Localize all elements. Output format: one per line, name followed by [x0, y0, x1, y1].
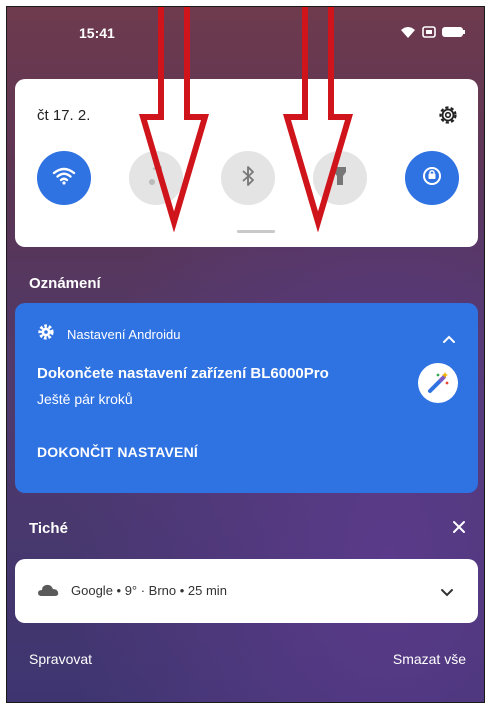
manage-button[interactable]: Spravovat: [29, 651, 92, 667]
date-label[interactable]: čt 17. 2.: [37, 107, 90, 124]
chevron-down-icon[interactable]: [440, 585, 454, 603]
notifications-header: Oznámení: [29, 275, 101, 292]
tile-auto-rotate[interactable]: [405, 151, 459, 205]
tile-bluetooth[interactable]: [221, 151, 275, 205]
notification-title: Dokončete nastavení zařízení BL6000Pro: [37, 365, 329, 382]
quick-settings-panel: čt 17. 2.: [15, 79, 478, 247]
close-icon[interactable]: [452, 520, 466, 539]
finish-setup-button[interactable]: DOKONČIT NASTAVENÍ: [37, 444, 198, 460]
gear-icon: [37, 323, 55, 346]
status-bar: 15:41: [7, 7, 484, 67]
silent-header: Tiché: [29, 520, 68, 537]
battery-icon: [442, 26, 466, 38]
notification-subtitle: Ještě pár kroků: [37, 391, 133, 407]
wifi-icon: [52, 166, 76, 191]
cloud-icon: [37, 583, 59, 602]
phone-screen: 15:41 čt 17. 2. Oznámení Nastavení Andro…: [6, 6, 485, 703]
annotation-arrow-down: [283, 7, 353, 232]
tile-wifi[interactable]: [37, 151, 91, 205]
notification-app-name: Nastavení Androidu: [67, 327, 181, 342]
weather-notification[interactable]: Google • 9° · Brno • 25 min: [15, 559, 478, 623]
magic-wand-icon: [418, 363, 458, 403]
annotation-arrow-down: [139, 7, 209, 232]
sim-icon: [422, 25, 436, 39]
drag-handle[interactable]: [237, 230, 275, 233]
bluetooth-icon: [241, 165, 255, 192]
quick-tiles: [37, 151, 459, 205]
gear-icon[interactable]: [436, 103, 460, 132]
status-icons: [400, 25, 466, 39]
wifi-icon: [400, 25, 416, 39]
rotate-icon: [421, 165, 443, 192]
weather-text: Google • 9° · Brno • 25 min: [71, 583, 227, 598]
notification-card[interactable]: Nastavení Androidu Dokončete nastavení z…: [15, 303, 478, 493]
clear-all-button[interactable]: Smazat vše: [393, 651, 466, 667]
status-time: 15:41: [79, 25, 115, 41]
chevron-up-icon[interactable]: [442, 331, 456, 349]
